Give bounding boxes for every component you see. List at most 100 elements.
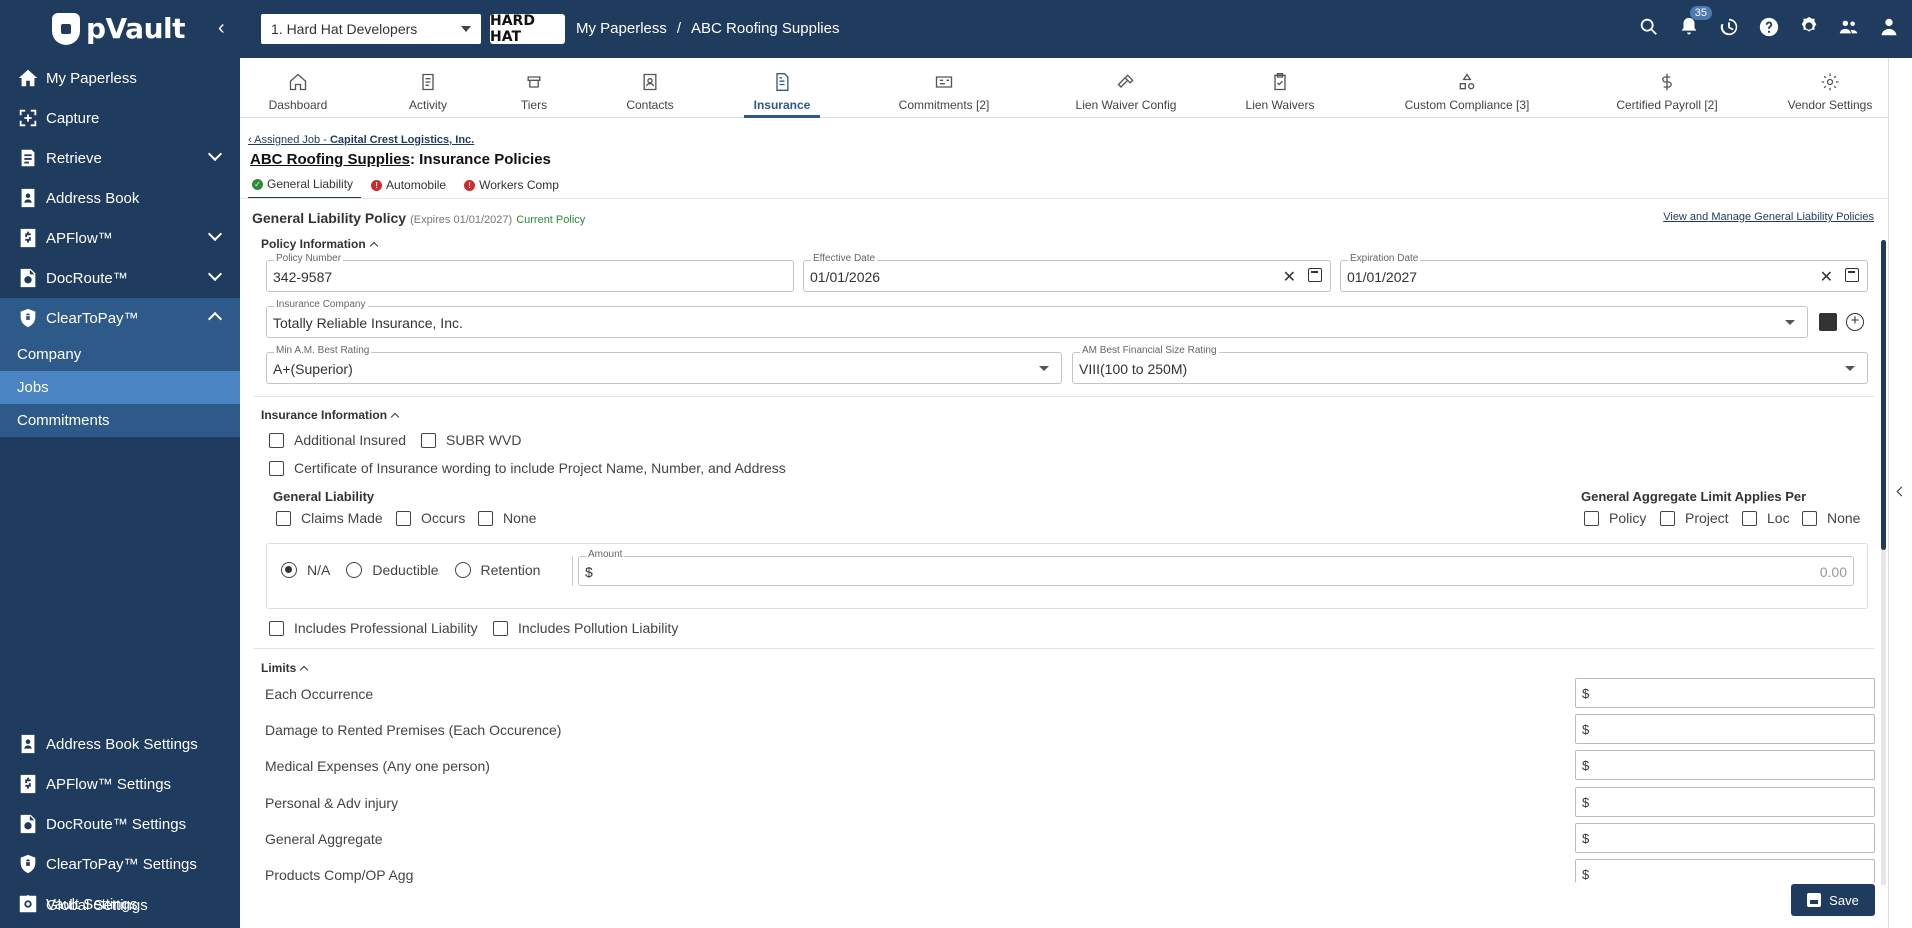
agg-policy-checkbox[interactable]: Policy [1584,510,1646,526]
sidebar-item-my-paperless[interactable]: My Paperless [0,58,240,98]
policy-information-toggle[interactable]: Policy Information [261,237,378,251]
breadcrumb-item[interactable]: My Paperless [576,20,667,37]
expiration-date-field[interactable]: Expiration Date 01/01/2027 ✕ [1340,253,1868,292]
sidebar: My Paperless Capture Retrieve Address Bo… [0,58,240,928]
clear-icon[interactable]: ✕ [1820,267,1833,287]
sidebar-item-capture[interactable]: Capture [0,98,240,138]
policy-expires: (Expires 01/01/2027) [410,214,513,226]
tab-label: Contacts [626,98,674,112]
checkbox-label: None [503,510,537,526]
sidebar-item-cleartopay-settings[interactable]: ClearToPay™ Settings [0,844,240,884]
certificate-wording-checkbox[interactable]: Certificate of Insurance wording to incl… [269,460,786,476]
check-circle-icon: ✓ [252,178,263,190]
insurance-company-select[interactable]: Insurance Company Totally Reliable Insur… [266,299,1808,338]
agg-none-checkbox[interactable]: None [1802,510,1860,526]
sidebar-item-retrieve[interactable]: Retrieve [0,138,240,178]
personal-adv-injury-input[interactable]: $ [1575,787,1875,817]
calendar-icon[interactable] [1308,268,1322,282]
back-to-job-link[interactable]: ‹ Assigned Job - Capital Crest Logistics… [248,134,474,146]
scrollbar-thumb[interactable] [1881,240,1886,550]
save-button[interactable]: Save [1791,884,1875,916]
job-select[interactable]: 1. Hard Hat Developers [261,14,481,44]
subtab-general-liability[interactable]: ✓ General Liability [248,173,362,199]
top-icons: 35 [1636,6,1902,40]
manage-policies-link[interactable]: View and Manage General Liability Polici… [1663,211,1874,223]
help-icon[interactable] [1756,14,1782,40]
checkbox-label: Certificate of Insurance wording to incl… [294,460,786,476]
address-book-lookup-icon[interactable] [1819,313,1837,331]
tab-activity[interactable]: Activity [388,58,468,118]
amount-field[interactable]: Amount $ 0.00 [578,549,1854,586]
subtab-automobile[interactable]: ! Automobile [367,173,454,199]
tab-contacts[interactable]: Contacts [610,58,690,118]
tab-lien-waiver-config[interactable]: Lien Waiver Config [1058,58,1194,118]
agg-project-checkbox[interactable]: Project [1660,510,1729,526]
tab-commitments[interactable]: Commitments [2] [876,58,1012,118]
tab-vendor-settings[interactable]: Vendor Settings [1780,58,1880,118]
each-occurrence-input[interactable]: $ [1575,678,1875,708]
settings-gear-icon[interactable] [1796,14,1822,40]
tab-insurance[interactable]: Insurance [744,58,820,118]
history-icon[interactable] [1716,14,1742,40]
sidebar-item-docroute[interactable]: DocRoute™ [0,258,240,298]
sidebar-item-cleartopay[interactable]: ClearToPay™ [0,298,240,338]
bell-icon[interactable]: 35 [1676,6,1712,40]
right-panel-toggle[interactable] [1888,58,1912,928]
claims-made-checkbox[interactable]: Claims Made [276,510,383,526]
min-am-best-rating-select[interactable]: Min A.M. Best Rating A+(Superior) [266,345,1062,384]
tab-lien-waivers[interactable]: Lien Waivers [1230,58,1330,118]
radio-na[interactable]: N/A [281,562,330,578]
calendar-icon[interactable] [1845,268,1859,282]
occurs-checkbox[interactable]: Occurs [396,510,465,526]
insurance-information-toggle[interactable]: Insurance Information [261,408,400,422]
field-value: A+(Superior) [273,361,353,377]
additional-insured-checkbox[interactable]: Additional Insured [269,432,406,448]
gl-none-checkbox[interactable]: None [478,510,536,526]
radio-label: N/A [307,562,331,578]
search-icon[interactable] [1636,14,1662,40]
tab-dashboard[interactable]: Dashboard [256,58,340,118]
app-logo[interactable]: pVault [52,12,186,45]
damage-rented-premises-input[interactable]: $ [1575,714,1875,744]
add-circle-icon[interactable]: + [1846,313,1864,331]
sidebar-item-docroute-settings[interactable]: DocRoute™ Settings [0,804,240,844]
sidebar-item-apflow[interactable]: APFlow™ [0,218,240,258]
pollution-liability-checkbox[interactable]: Includes Pollution Liability [493,620,678,636]
profile-icon[interactable] [1876,14,1902,40]
tab-certified-payroll[interactable]: Certified Payroll [2] [1594,58,1740,118]
radio-retention[interactable]: Retention [454,562,540,578]
subtab-workers-comp[interactable]: ! Workers Comp [460,173,567,199]
subr-wvd-checkbox[interactable]: SUBR WVD [421,432,521,448]
professional-liability-checkbox[interactable]: Includes Professional Liability [269,620,478,636]
radio-deductible[interactable]: Deductible [346,562,439,578]
clear-icon[interactable]: ✕ [1283,267,1296,287]
policy-number-field[interactable]: Policy Number 342-9587 [266,253,794,292]
users-icon[interactable] [1836,14,1862,40]
effective-date-field[interactable]: Effective Date 01/01/2026 ✕ [803,253,1331,292]
scrollbar[interactable] [1881,240,1886,885]
gear-icon [16,893,40,917]
limit-label: Personal & Adv injury [265,795,399,811]
tab-label: Custom Compliance [3] [1404,98,1530,112]
sidebar-subitem-jobs[interactable]: Jobs [0,371,240,404]
home-icon [16,66,40,90]
cleartopay-icon [16,852,40,876]
sidebar-item-address-book-settings[interactable]: Address Book Settings [0,724,240,764]
sidebar-subitem-commitments[interactable]: Commitments [0,404,240,437]
sidebar-item-address-book[interactable]: Address Book [0,178,240,218]
sidebar-item-global-settings[interactable]: Global Settings [0,885,240,925]
tab-tiers[interactable]: Tiers [504,58,564,118]
back-link-prefix: Assigned Job - [254,134,330,146]
general-aggregate-input[interactable]: $ [1575,823,1875,853]
sidebar-item-apflow-settings[interactable]: APFlow™ Settings [0,764,240,804]
collapse-sidebar-icon[interactable]: ‹ [218,17,225,40]
agg-loc-checkbox[interactable]: Loc [1742,510,1790,526]
am-best-size-rating-select[interactable]: AM Best Financial Size Rating VIII(100 t… [1072,345,1868,384]
medical-expenses-input[interactable]: $ [1575,750,1875,780]
products-comp-op-agg-input[interactable]: $ [1575,859,1875,883]
checkbox-label: Includes Pollution Liability [518,620,679,636]
sidebar-subitem-company[interactable]: Company [0,338,240,371]
vendor-link[interactable]: ABC Roofing Supplies [250,151,410,168]
limits-toggle[interactable]: Limits [261,661,309,675]
tab-custom-compliance[interactable]: Custom Compliance [3] [1380,58,1554,118]
